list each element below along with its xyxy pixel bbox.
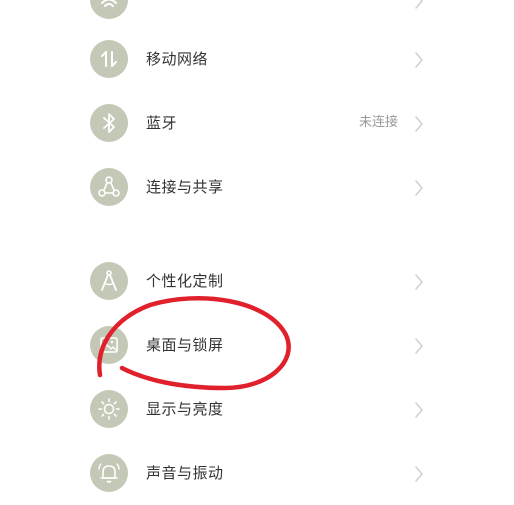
compass-icon xyxy=(90,262,128,300)
settings-item-mobile-network[interactable]: 移动网络 xyxy=(0,27,514,91)
chevron-right-icon xyxy=(415,402,423,418)
settings-item-bluetooth[interactable]: 蓝牙 未连接 xyxy=(0,91,514,155)
settings-item-label: 移动网络 xyxy=(146,50,209,68)
chevron-right-icon xyxy=(415,0,423,9)
bluetooth-icon xyxy=(90,104,128,142)
settings-item-home-lock-screen[interactable]: 桌面与锁屏 xyxy=(0,313,514,377)
mobile-data-icon xyxy=(90,40,128,78)
bluetooth-status: 未连接 xyxy=(358,115,398,130)
wifi-icon xyxy=(90,0,128,19)
chevron-right-icon xyxy=(415,274,423,290)
settings-item-label: 显示与亮度 xyxy=(146,400,224,418)
settings-item-display-brightness[interactable]: 显示与亮度 xyxy=(0,377,514,441)
brightness-icon xyxy=(90,390,128,428)
settings-item-label: 连接与共享 xyxy=(146,178,224,196)
chevron-right-icon xyxy=(415,180,423,196)
chevron-right-icon xyxy=(415,338,423,354)
settings-item-sound-vibration[interactable]: 声音与振动 xyxy=(0,441,514,505)
chevron-right-icon xyxy=(415,466,423,482)
image-icon xyxy=(90,326,128,364)
settings-item-label: 桌面与锁屏 xyxy=(146,336,224,354)
share-icon xyxy=(90,168,128,206)
settings-item-personalization[interactable]: 个性化定制 xyxy=(0,249,514,313)
chevron-right-icon xyxy=(415,116,423,132)
settings-item-label: 蓝牙 xyxy=(146,114,178,132)
settings-screen: 移动网络 蓝牙 未连接 连接与共享 个性化定制 桌面与锁屏 显示与亮度 声音与振… xyxy=(0,0,514,500)
settings-item-connection-sharing[interactable]: 连接与共享 xyxy=(0,155,514,219)
settings-item-label: 声音与振动 xyxy=(146,464,224,482)
chevron-right-icon xyxy=(415,52,423,68)
settings-item-label: 个性化定制 xyxy=(146,272,224,290)
bell-icon xyxy=(90,454,128,492)
